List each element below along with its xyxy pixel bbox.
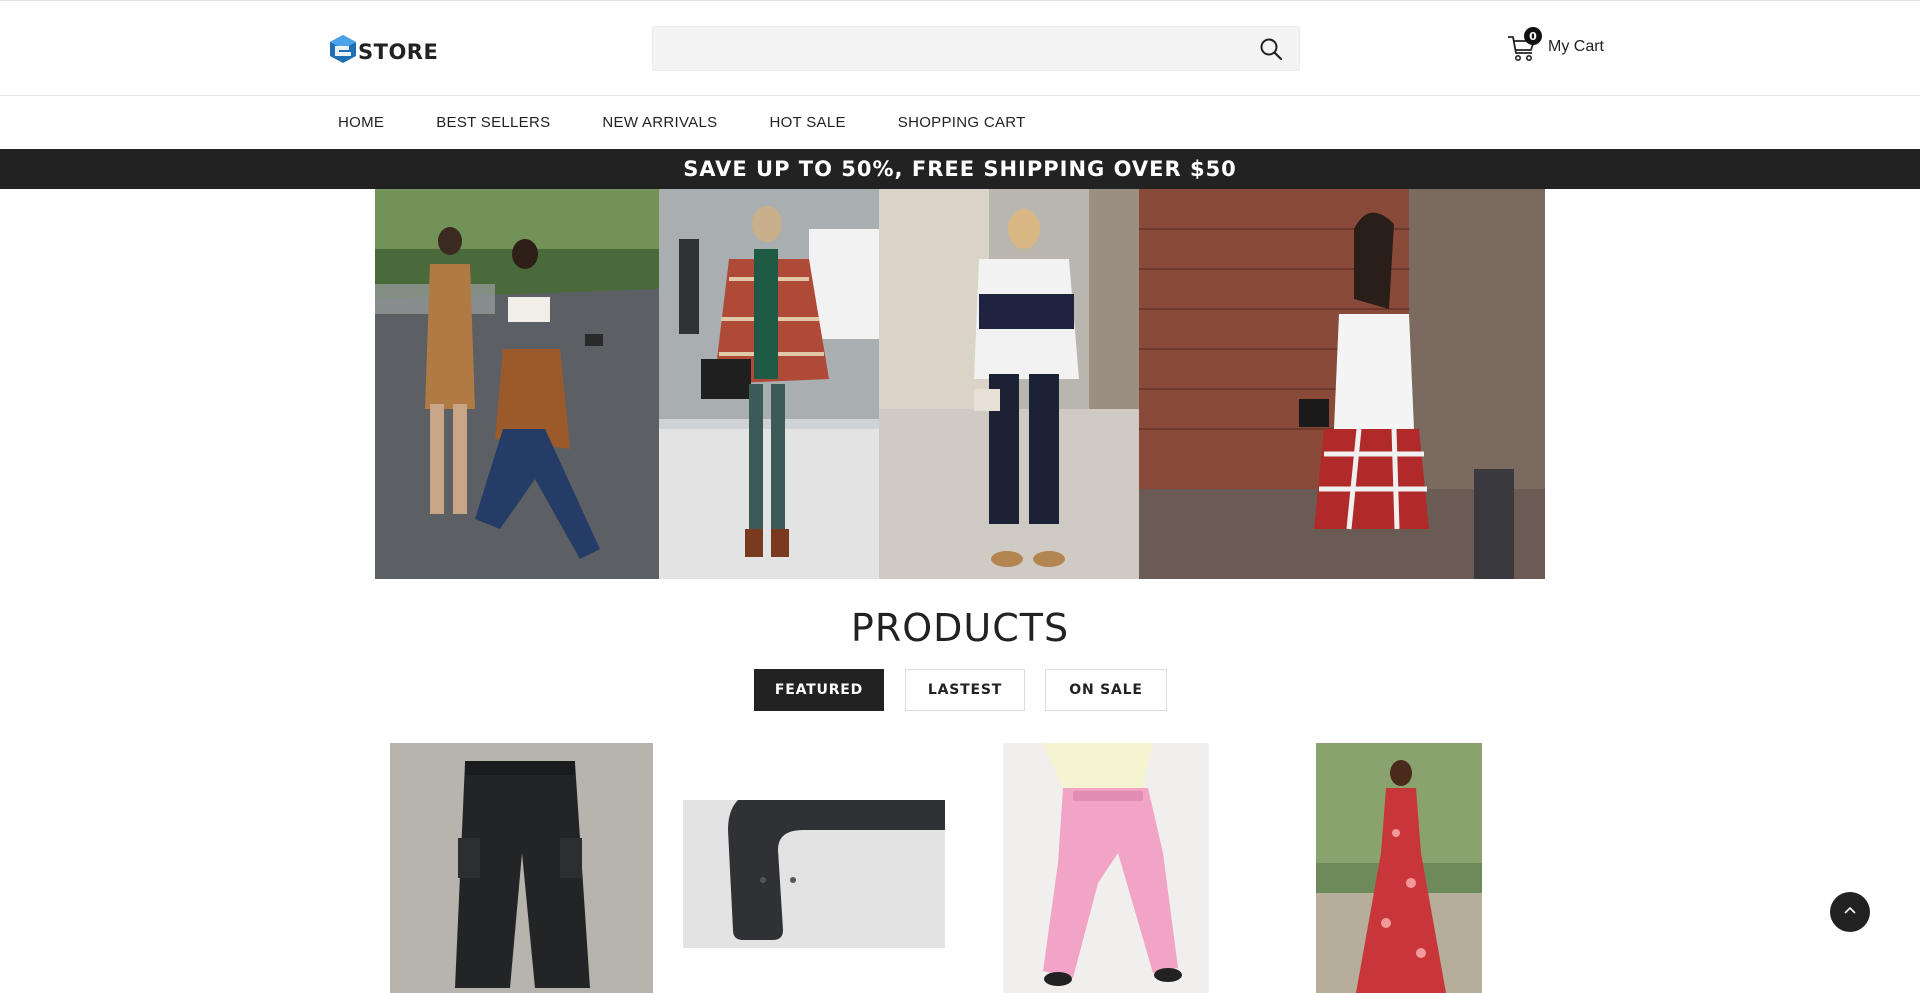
cart-label: My Cart — [1548, 38, 1604, 55]
nav-item-hot-sale[interactable]: HOT SALE — [769, 114, 845, 131]
site-header: STORE 0 My Cart — [0, 1, 1920, 96]
product-card-cargo-pants[interactable] — [390, 743, 653, 993]
search-bar — [652, 26, 1300, 71]
scroll-to-top-button[interactable] — [1830, 892, 1870, 932]
hero-image-plaid-poncho — [659, 189, 879, 579]
product-card-pink-jeans[interactable] — [1003, 743, 1209, 993]
shopping-cart-icon: 0 — [1506, 27, 1542, 63]
search-input[interactable] — [653, 27, 1243, 70]
main-nav: HOME BEST SELLERS NEW ARRIVALS HOT SALE … — [0, 97, 1920, 149]
tab-featured[interactable]: FEATURED — [754, 669, 884, 711]
nav-item-shopping-cart[interactable]: SHOPPING CART — [898, 114, 1026, 131]
nav-item-new-arrivals[interactable]: NEW ARRIVALS — [602, 114, 717, 131]
cart-count-badge: 0 — [1524, 27, 1542, 45]
product-image — [390, 743, 653, 993]
promo-text: SAVE UP TO 50%, FREE SHIPPING OVER $50 — [683, 157, 1237, 181]
nav-item-home[interactable]: HOME — [338, 114, 384, 131]
hero-image-brick-wall — [1139, 189, 1545, 579]
hero-image-striped-tee — [879, 189, 1139, 579]
product-image — [1003, 743, 1209, 993]
logo-text: STORE — [358, 39, 439, 64]
hero-banner[interactable] — [375, 189, 1545, 579]
product-image — [1316, 743, 1482, 993]
product-card-accessory[interactable] — [683, 800, 945, 948]
promo-banner: SAVE UP TO 50%, FREE SHIPPING OVER $50 — [0, 149, 1920, 189]
products-title: PRODUCTS — [850, 606, 1070, 650]
nav-item-best-sellers[interactable]: BEST SELLERS — [436, 114, 550, 131]
tab-lastest[interactable]: LASTEST — [905, 669, 1025, 711]
store-logo[interactable]: STORE — [329, 34, 438, 69]
cart-button[interactable]: 0 My Cart — [1506, 27, 1604, 63]
hero-image-street-walk — [375, 189, 659, 579]
product-image — [683, 800, 945, 948]
cube-logo-icon — [329, 34, 357, 69]
product-card-red-dress[interactable] — [1316, 743, 1482, 993]
search-icon[interactable] — [1259, 37, 1283, 61]
chevron-up-icon — [1842, 902, 1858, 923]
tab-on-sale[interactable]: ON SALE — [1045, 669, 1167, 711]
